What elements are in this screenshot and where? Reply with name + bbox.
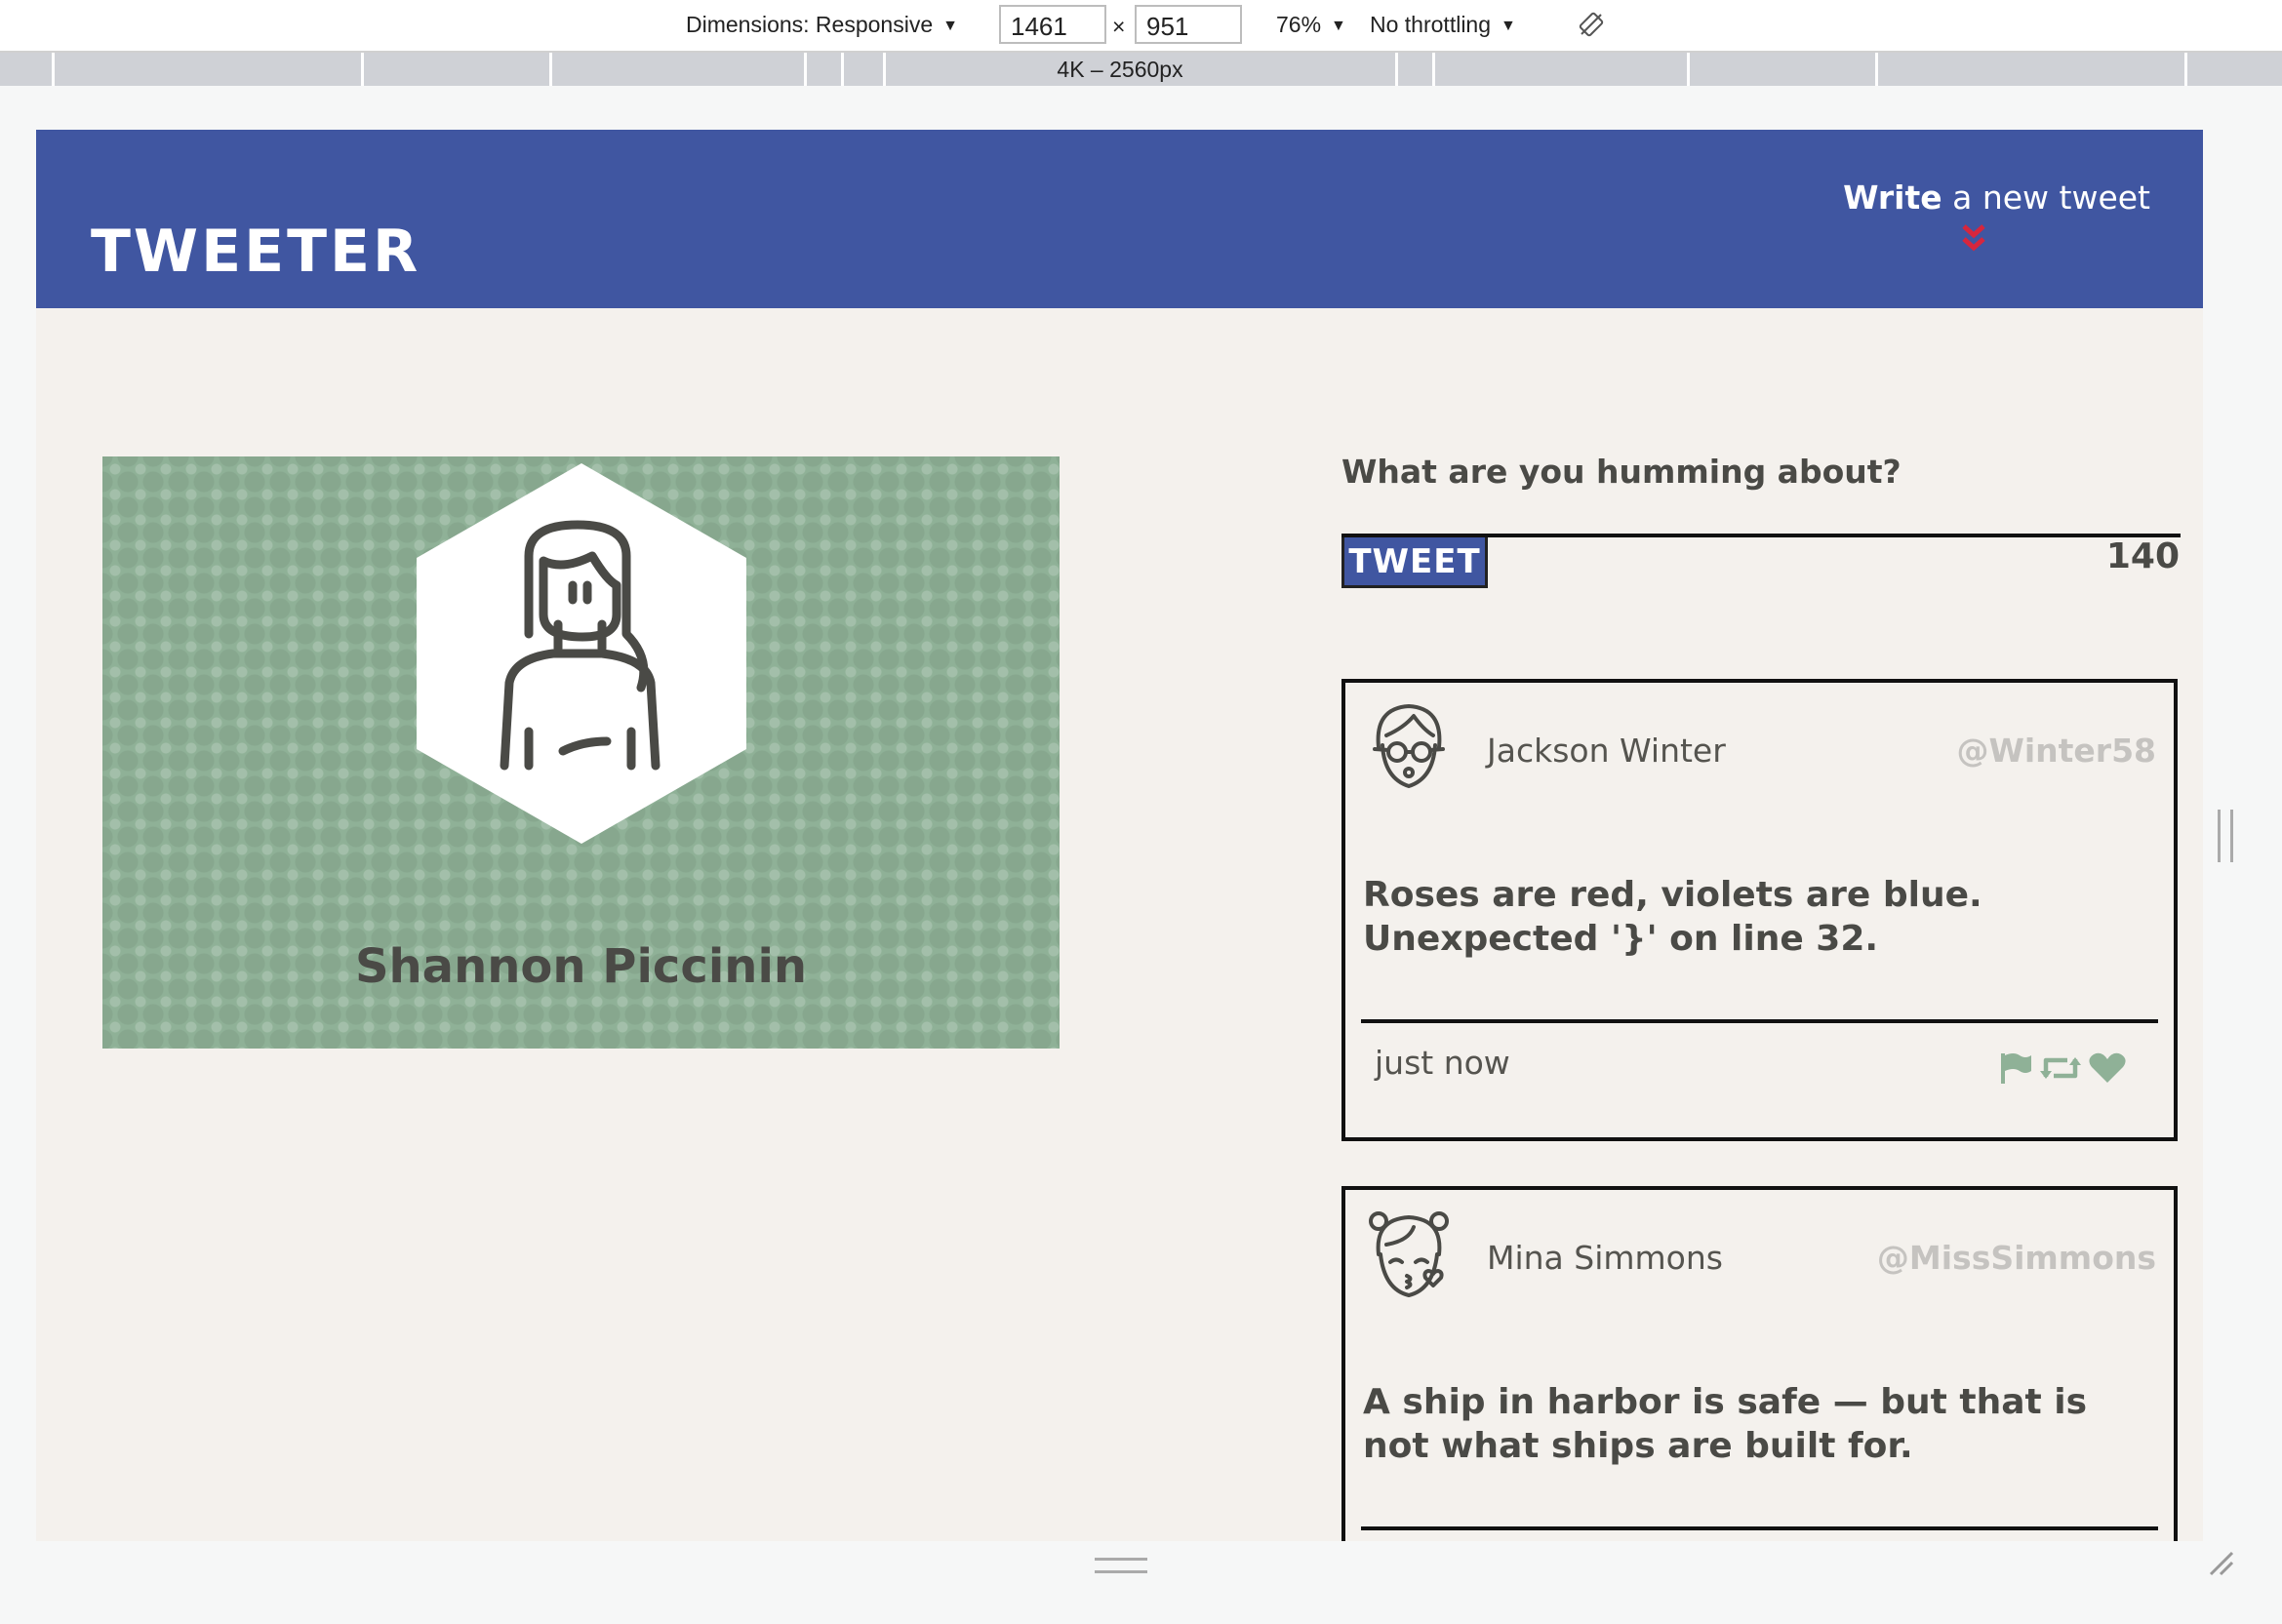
- rotate-icon[interactable]: [1579, 12, 1604, 37]
- retweet-icon[interactable]: [2038, 1051, 2083, 1085]
- dimensions-label: Dimensions: Responsive: [686, 12, 934, 37]
- zoom-label: 76%: [1276, 12, 1322, 37]
- tweet-handle[interactable]: @Winter58: [1956, 732, 2156, 770]
- tweet-divider: [1361, 1526, 2158, 1530]
- devtools-toolbar: Dimensions: Responsive ▼ 1461 × 951 76% ▼ …: [0, 0, 2282, 53]
- character-counter: 140: [2105, 536, 2180, 576]
- chevron-down-icon[interactable]: [1960, 223, 1987, 255]
- profile-name: Shannon Piccinin: [354, 939, 808, 994]
- tweet-content: Roses are red, violets are blue. Unexpec…: [1363, 875, 1982, 959]
- app-logo: TWEETER: [91, 218, 421, 286]
- tweet-timestamp: just now: [1375, 1044, 1510, 1082]
- corner-resize-handle[interactable]: [2207, 1549, 2236, 1578]
- chevron-down-icon: ▼: [1501, 18, 1516, 34]
- tweet-button[interactable]: TWEET: [1341, 537, 1488, 588]
- compose-label: What are you humming about?: [1341, 453, 1902, 491]
- tweet-divider: [1361, 1019, 2158, 1023]
- tweet-content: A ship in harbor is safe — but that is n…: [1363, 1382, 2088, 1466]
- times-sign: ×: [1112, 14, 1126, 39]
- user-avatar-icon: [1373, 704, 1445, 788]
- chevron-down-icon: ▼: [942, 18, 958, 34]
- page-viewport: TWEETER Write a new tweet Shannon Piccin: [36, 130, 2203, 1541]
- flag-icon[interactable]: [1998, 1051, 2033, 1085]
- tweet-actions: [1998, 1051, 2131, 1085]
- profile-card: Shannon Piccinin: [102, 456, 1060, 1049]
- throttling-label: No throttling: [1370, 12, 1492, 37]
- write-rest-label: a new tweet: [1942, 178, 2150, 217]
- throttling-dropdown[interactable]: No throttling ▼: [1370, 12, 1516, 38]
- tweet-handle[interactable]: @MissSimmons: [1877, 1239, 2156, 1277]
- ruler-label: 4K – 2560px: [1057, 57, 1183, 82]
- width-resize-handle[interactable]: [2218, 810, 2233, 862]
- tweet-card: Mina Simmons @MissSimmons A ship in harb…: [1341, 1186, 2178, 1541]
- top-nav: TWEETER Write a new tweet: [36, 130, 2203, 308]
- chevron-down-icon: ▼: [1331, 18, 1346, 34]
- write-new-tweet-link[interactable]: Write a new tweet: [1843, 178, 2150, 217]
- height-resize-handle[interactable]: [1095, 1558, 1147, 1573]
- profile-avatar: [417, 463, 746, 844]
- width-input[interactable]: 1461: [999, 5, 1106, 44]
- tweet-card: Jackson Winter @Winter58 Roses are red, …: [1341, 679, 2178, 1141]
- heart-icon[interactable]: [2088, 1051, 2127, 1085]
- dimensions-dropdown[interactable]: Dimensions: Responsive ▼: [686, 12, 958, 38]
- tweet-author: Jackson Winter: [1487, 732, 1726, 770]
- height-input[interactable]: 951: [1135, 5, 1242, 44]
- media-query-ruler: 4K – 2560px: [0, 53, 2282, 86]
- write-bold-label: Write: [1843, 178, 1942, 217]
- zoom-dropdown[interactable]: 76% ▼: [1276, 12, 1346, 38]
- user-avatar-icon: [1369, 1211, 1449, 1297]
- tweet-author: Mina Simmons: [1487, 1239, 1723, 1277]
